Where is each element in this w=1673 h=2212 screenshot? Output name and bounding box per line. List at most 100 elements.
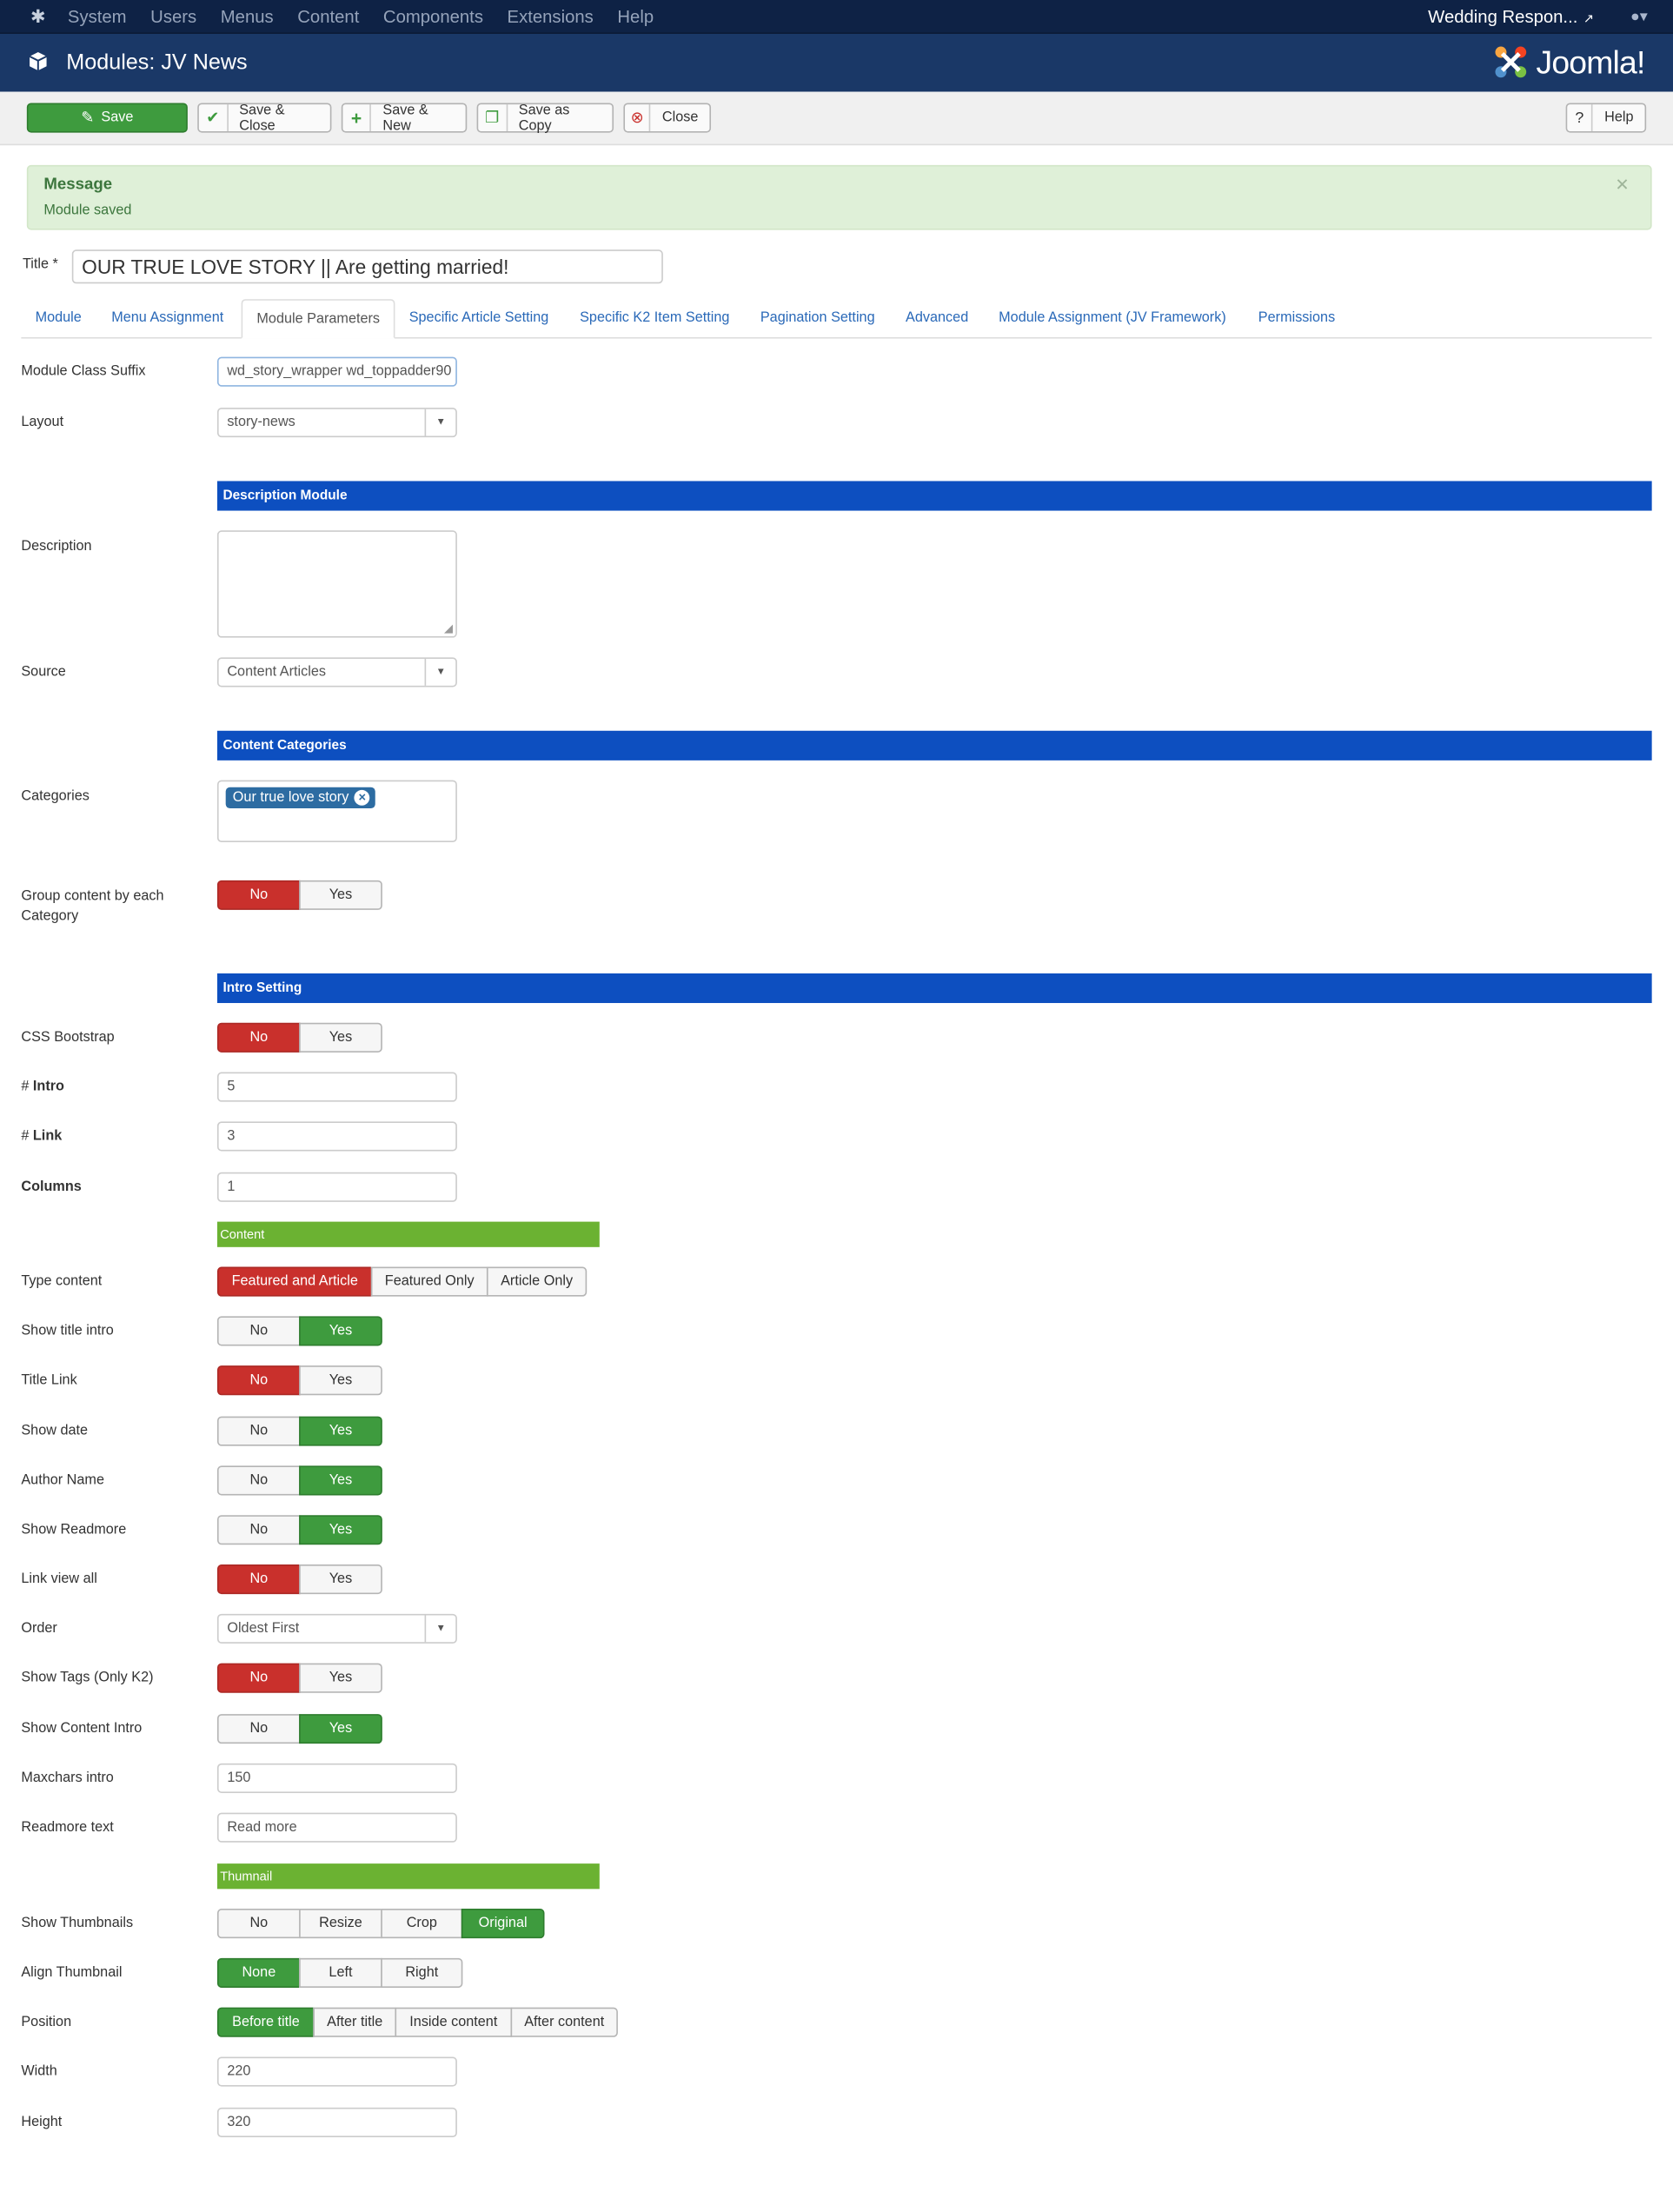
description-textarea[interactable]: ◢ xyxy=(216,530,457,638)
type-content-featured-only[interactable]: Featured Only xyxy=(370,1266,488,1297)
link-input[interactable]: 3 xyxy=(216,1121,457,1152)
close-button[interactable]: ⊗ Close xyxy=(623,103,712,133)
layout-label: Layout xyxy=(21,415,64,431)
position-before-title[interactable]: Before title xyxy=(216,2007,315,2037)
order-select[interactable]: Oldest First ▼ xyxy=(216,1613,457,1644)
plus-icon: + xyxy=(342,104,372,131)
type-content-featured-and-article[interactable]: Featured and Article xyxy=(216,1266,373,1297)
menu-system[interactable]: System xyxy=(68,6,127,26)
menu-help[interactable]: Help xyxy=(617,6,654,26)
show-date-no[interactable]: No xyxy=(216,1416,301,1446)
align-thumbnail-right[interactable]: Right xyxy=(381,1957,463,1988)
position-after-title[interactable]: After title xyxy=(313,2007,397,2037)
tab-advanced[interactable]: Advanced xyxy=(892,299,983,338)
height-label: Height xyxy=(21,2115,63,2130)
save-button[interactable]: ✎ Save xyxy=(26,103,188,133)
show-content-intro-no[interactable]: No xyxy=(216,1714,301,1744)
align-thumbnail-none[interactable]: None xyxy=(216,1957,301,1988)
page-header: Modules: JV News Joomla! xyxy=(0,33,1673,92)
save-new-button[interactable]: + Save & New xyxy=(341,103,468,133)
title-link-label: Title Link xyxy=(21,1372,77,1389)
title-link-toggle: No Yes xyxy=(216,1365,382,1396)
menu-menus[interactable]: Menus xyxy=(221,6,274,26)
menu-components[interactable]: Components xyxy=(383,6,483,26)
success-message: Message Module saved ✕ xyxy=(26,164,1652,230)
tab-module-assignment-jv[interactable]: Module Assignment (JV Framework) xyxy=(985,299,1240,338)
align-thumbnail-left[interactable]: Left xyxy=(299,1957,382,1988)
show-content-intro-label: Show Content Intro xyxy=(21,1721,143,1737)
author-name-yes[interactable]: Yes xyxy=(299,1465,382,1496)
joomla-logo-icon xyxy=(1495,46,1527,78)
tab-menu-assignment[interactable]: Menu Assignment xyxy=(97,299,237,338)
show-tags-no[interactable]: No xyxy=(216,1663,301,1693)
check-icon: ✔ xyxy=(199,104,229,131)
columns-label: Columns xyxy=(21,1179,82,1195)
categories-label: Categories xyxy=(21,788,90,805)
position-inside-content[interactable]: Inside content xyxy=(395,2007,513,2037)
link-view-all-no[interactable]: No xyxy=(216,1564,301,1595)
maxchars-intro-input[interactable]: 150 xyxy=(216,1763,457,1793)
css-bootstrap-no[interactable]: No xyxy=(216,1022,301,1053)
intro-input[interactable]: 5 xyxy=(216,1072,457,1102)
caret-down-icon: ▼ xyxy=(424,409,456,436)
title-input[interactable]: OUR TRUE LOVE STORY || Are getting marri… xyxy=(71,249,663,284)
position-after-content[interactable]: After content xyxy=(510,2007,618,2037)
close-icon[interactable]: ✕ xyxy=(1615,175,1629,195)
show-content-intro-yes[interactable]: Yes xyxy=(299,1714,382,1744)
title-link-yes[interactable]: Yes xyxy=(299,1365,382,1396)
show-thumbnails-original[interactable]: Original xyxy=(461,1909,545,1939)
group-content-toggle: No Yes xyxy=(216,880,382,910)
readmore-text-input[interactable]: Read more xyxy=(216,1812,457,1843)
group-content-yes[interactable]: Yes xyxy=(299,880,382,910)
save-close-button[interactable]: ✔ Save & Close xyxy=(197,103,332,133)
layout-select[interactable]: story-news ▼ xyxy=(216,408,457,438)
show-date-yes[interactable]: Yes xyxy=(299,1416,382,1446)
tab-specific-k2-item-setting[interactable]: Specific K2 Item Setting xyxy=(566,299,744,338)
show-thumbnails-no[interactable]: No xyxy=(216,1909,301,1939)
show-thumbnails-resize[interactable]: Resize xyxy=(299,1909,382,1939)
tab-pagination-setting[interactable]: Pagination Setting xyxy=(747,299,889,338)
resize-grip-icon[interactable]: ◢ xyxy=(444,622,453,635)
remove-tag-icon[interactable]: × xyxy=(354,789,370,806)
module-class-suffix-input[interactable]: wd_story_wrapper wd_toppadder90 xyxy=(216,356,457,387)
tab-module-parameters[interactable]: Module Parameters xyxy=(241,299,395,339)
show-readmore-no[interactable]: No xyxy=(216,1515,301,1545)
tab-specific-article-setting[interactable]: Specific Article Setting xyxy=(395,299,562,338)
author-name-no[interactable]: No xyxy=(216,1465,301,1496)
maxchars-intro-label: Maxchars intro xyxy=(21,1770,114,1786)
category-tag[interactable]: Our true love story × xyxy=(225,787,376,809)
show-title-intro-no[interactable]: No xyxy=(216,1316,301,1346)
show-title-intro-toggle: No Yes xyxy=(216,1316,382,1346)
tab-module[interactable]: Module xyxy=(21,299,96,338)
help-button[interactable]: ? Help xyxy=(1565,103,1647,133)
intro-label: # Intro xyxy=(21,1079,64,1095)
show-date-toggle: No Yes xyxy=(216,1416,382,1446)
categories-multiselect[interactable]: Our true love story × xyxy=(216,780,457,842)
show-thumbnails-crop[interactable]: Crop xyxy=(381,1909,463,1939)
menu-extensions[interactable]: Extensions xyxy=(508,6,594,26)
top-navbar: ✱ System Users Menus Content Components … xyxy=(0,0,1673,34)
source-select[interactable]: Content Articles ▼ xyxy=(216,657,457,688)
align-thumbnail-label: Align Thumbnail xyxy=(21,1964,123,1981)
group-content-no[interactable]: No xyxy=(216,880,301,910)
show-readmore-yes[interactable]: Yes xyxy=(299,1515,382,1545)
show-title-intro-yes[interactable]: Yes xyxy=(299,1316,382,1346)
source-label: Source xyxy=(21,664,66,681)
site-link[interactable]: Wedding Respon... ↗ xyxy=(1428,0,1594,34)
css-bootstrap-yes[interactable]: Yes xyxy=(299,1022,382,1053)
menu-users[interactable]: Users xyxy=(150,6,196,26)
width-input[interactable]: 220 xyxy=(216,2056,457,2087)
save-as-copy-button[interactable]: ❐ Save as Copy xyxy=(476,103,614,133)
columns-input[interactable]: 1 xyxy=(216,1172,457,1202)
menu-content[interactable]: Content xyxy=(297,6,359,26)
joomla-icon[interactable]: ✱ xyxy=(25,5,50,26)
tab-bar: Module Menu Assignment Module Parameters… xyxy=(21,299,1652,339)
tab-permissions[interactable]: Permissions xyxy=(1245,299,1350,338)
title-link-no[interactable]: No xyxy=(216,1365,301,1396)
message-text: Module saved xyxy=(43,203,132,219)
type-content-article-only[interactable]: Article Only xyxy=(486,1266,588,1297)
user-icon[interactable]: ●▾ xyxy=(1630,0,1648,34)
link-view-all-yes[interactable]: Yes xyxy=(299,1564,382,1595)
height-input[interactable]: 320 xyxy=(216,2107,457,2137)
show-tags-yes[interactable]: Yes xyxy=(299,1663,382,1693)
